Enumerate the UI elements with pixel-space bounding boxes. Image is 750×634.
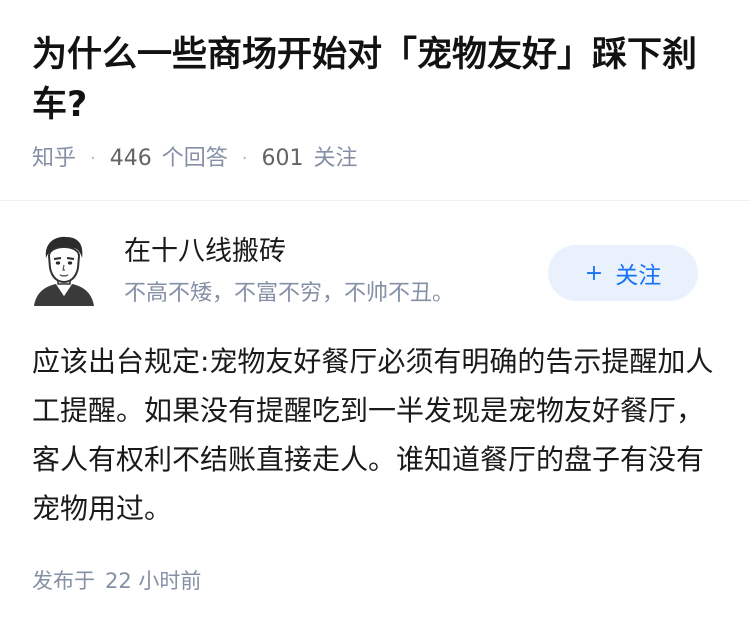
question-title[interactable]: 为什么一些商场开始对「宠物友好」踩下刹车?: [32, 30, 722, 130]
answer-content[interactable]: 应该出台规定:宠物友好餐厅必须有明确的告示提醒加人工提醒。如果没有提醒吃到一半发…: [32, 337, 722, 533]
follower-count: 601: [261, 146, 304, 171]
posted-label: 发布于: [32, 569, 95, 593]
meta-separator: ·: [241, 148, 248, 169]
source-label[interactable]: 知乎: [32, 144, 76, 174]
posted-time-value: 22 小时前: [105, 569, 202, 593]
follow-button[interactable]: + 关注: [548, 245, 698, 301]
avatar-icon[interactable]: [30, 234, 98, 306]
posted-time: 发布于 22 小时前: [32, 566, 201, 596]
answer-count: 446: [109, 146, 152, 171]
plus-icon: +: [584, 260, 604, 286]
meta-separator: ·: [90, 148, 96, 169]
follow-button-label: 关注: [615, 263, 662, 289]
question-header: 为什么一些商场开始对「宠物友好」踩下刹车? 知乎 · 446 个回答 · 601…: [0, 0, 750, 201]
author-bio: 不高不矮，不富不穷，不帅不丑。: [124, 281, 455, 306]
question-meta: 知乎 · 446 个回答 · 601 关注: [32, 144, 358, 174]
page: 为什么一些商场开始对「宠物友好」踩下刹车? 知乎 · 446 个回答 · 601…: [0, 0, 750, 634]
answer-count-label: 个回答: [161, 146, 228, 171]
author-name[interactable]: 在十八线搬砖: [124, 234, 286, 270]
follower-count-label: 关注: [313, 146, 358, 171]
